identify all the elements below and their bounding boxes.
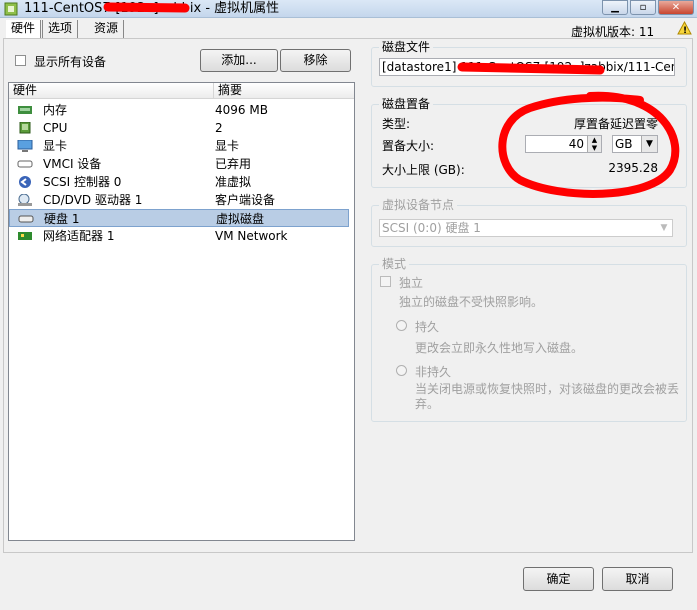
memory-icon <box>18 106 32 114</box>
table-row[interactable]: VMCI 设备 已弃用 <box>9 155 349 173</box>
mode-title: 模式 <box>379 257 410 271</box>
nonpersistent-radio[interactable] <box>396 365 407 376</box>
tab-hardware[interactable]: 硬件 <box>6 20 42 38</box>
hardware-summary: 2 <box>215 121 223 135</box>
type-value: 厚置备延迟置零 <box>573 117 658 131</box>
hardware-name: 网络适配器 1 <box>43 229 115 243</box>
show-all-devices-checkbox[interactable] <box>15 55 26 66</box>
disk-file-group: 磁盘文件 [datastore1] 111-CentOS7-[192. ]zab… <box>371 40 687 87</box>
cdrom-icon <box>18 194 32 206</box>
ok-button[interactable]: 确定 <box>523 567 594 591</box>
virtual-device-node-value: SCSI (0:0) 硬盘 1 <box>382 221 481 235</box>
chevron-down-icon[interactable]: ▼ <box>641 136 657 152</box>
independent-label: 独立 <box>399 276 424 290</box>
remove-button[interactable]: 移除 <box>280 49 351 72</box>
hardware-summary: 虚拟磁盘 <box>216 212 265 226</box>
warning-icon: ! <box>677 21 692 35</box>
table-row[interactable]: CPU 2 <box>9 119 349 137</box>
virtual-device-node-group: 虚拟设备节点 SCSI (0:0) 硬盘 1 ▼ <box>371 198 687 247</box>
column-header-summary[interactable]: 摘要 <box>214 83 354 99</box>
disk-provisioning-title: 磁盘置备 <box>379 97 434 111</box>
hardware-summary: 客户端设备 <box>215 193 276 207</box>
maximize-icon: ▫ <box>639 2 647 13</box>
disk-file-title: 磁盘文件 <box>379 40 434 54</box>
title-bar: 111-CentOS7-[192. ]zabbix - 虚拟机属性 ▁ ▫ ✕ <box>0 0 697 18</box>
vmci-icon <box>17 160 33 168</box>
table-row[interactable]: 网络适配器 1 VM Network <box>9 227 349 245</box>
persistent-desc: 更改会立即永久性地写入磁盘。 <box>415 341 584 355</box>
unit-value: GB <box>615 137 633 151</box>
add-button[interactable]: 添加... <box>200 49 278 72</box>
hardware-table: 硬件 摘要 内存 4096 MB CPU 2 显卡 显卡 VMCI 设备 已弃用… <box>8 82 355 541</box>
cpu-icon <box>19 122 31 134</box>
close-button[interactable]: ✕ <box>658 0 694 15</box>
independent-desc: 独立的磁盘不受快照影响。 <box>399 295 544 309</box>
hardware-summary: 4096 MB <box>215 103 268 117</box>
table-row[interactable]: 显卡 显卡 <box>9 137 349 155</box>
disk-file-field[interactable]: [datastore1] 111-CentOS7-[192. ]zabbix/1… <box>379 58 675 76</box>
hardware-name: 内存 <box>43 103 68 117</box>
size-value: 40 <box>568 137 584 151</box>
hardware-name: VMCI 设备 <box>43 157 102 171</box>
mode-group: 模式 独立 独立的磁盘不受快照影响。 持久 更改会立即永久性地写入磁盘。 非持久… <box>371 257 687 422</box>
hardware-name: 显卡 <box>43 139 68 153</box>
table-row[interactable]: 硬盘 1 虚拟磁盘 <box>9 209 349 227</box>
minimize-icon: ▁ <box>611 2 619 13</box>
close-icon: ✕ <box>671 2 681 13</box>
minimize-button[interactable]: ▁ <box>602 0 628 15</box>
hardware-name: 硬盘 1 <box>44 212 80 226</box>
app-icon <box>4 2 18 16</box>
column-header-hardware[interactable]: 硬件 <box>9 83 214 99</box>
network-icon <box>18 232 32 240</box>
hardware-summary: 已弃用 <box>215 157 252 171</box>
virtual-device-node-select[interactable]: SCSI (0:0) 硬盘 1 ▼ <box>379 219 673 237</box>
size-spinner[interactable]: ▲ ▼ <box>587 136 601 152</box>
max-size-label: 大小上限 (GB): <box>382 163 465 177</box>
show-all-devices-label: 显示所有设备 <box>34 55 107 69</box>
max-size-value: 2395.28 <box>608 161 658 175</box>
svg-text:!: ! <box>683 26 687 35</box>
maximize-button[interactable]: ▫ <box>630 0 656 15</box>
size-label: 置备大小: <box>382 139 435 153</box>
hardware-summary: VM Network <box>215 229 288 243</box>
virtual-device-node-title: 虚拟设备节点 <box>379 198 458 212</box>
hardware-summary: 显卡 <box>215 139 240 153</box>
chevron-down-icon: ▼ <box>660 223 668 233</box>
unit-select[interactable]: GB ▼ <box>612 135 658 153</box>
nonpersistent-label: 非持久 <box>415 365 452 379</box>
tab-options[interactable]: 选项 <box>42 20 79 38</box>
hardware-name: SCSI 控制器 0 <box>43 175 122 189</box>
disk-provisioning-group: 磁盘置备 类型: 厚置备延迟置零 置备大小: 40 ▲ ▼ GB ▼ 大小上限 (… <box>371 97 687 188</box>
tab-resources[interactable]: 资源 <box>89 20 125 38</box>
table-row[interactable]: SCSI 控制器 0 准虚拟 <box>9 173 349 191</box>
scsi-icon <box>19 176 31 188</box>
type-label: 类型: <box>382 117 411 131</box>
nonpersistent-desc: 当关闭电源或恢复快照时，对该磁盘的更改会被丢弃。 <box>415 382 680 411</box>
hardware-name: CD/DVD 驱动器 1 <box>43 193 143 207</box>
independent-checkbox[interactable] <box>380 276 391 287</box>
persistent-radio[interactable] <box>396 320 407 331</box>
table-row[interactable]: 内存 4096 MB <box>9 101 349 119</box>
cancel-button[interactable]: 取消 <box>602 567 673 591</box>
display-icon <box>17 140 33 152</box>
hardware-summary: 准虚拟 <box>215 175 252 189</box>
window-title: 111-CentOS7-[192. ]zabbix - 虚拟机属性 <box>24 1 280 16</box>
persistent-label: 持久 <box>415 320 440 334</box>
table-row[interactable]: CD/DVD 驱动器 1 客户端设备 <box>9 191 349 209</box>
size-input[interactable]: 40 ▲ ▼ <box>525 135 602 153</box>
harddisk-icon <box>18 215 34 223</box>
hardware-name: CPU <box>43 121 68 135</box>
